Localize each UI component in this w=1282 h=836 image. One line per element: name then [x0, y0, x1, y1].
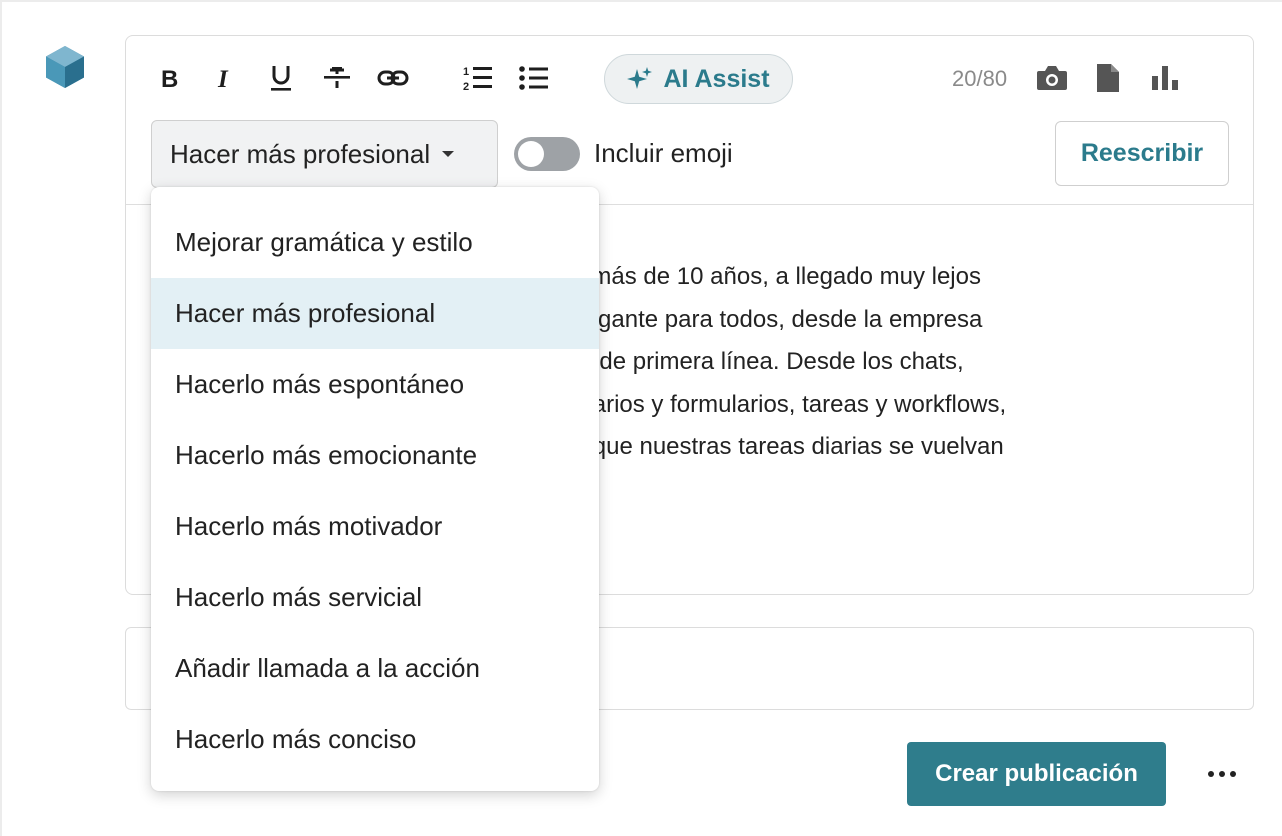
italic-icon[interactable]: I — [207, 56, 243, 100]
tone-select-value: Hacer más profesional — [170, 138, 431, 169]
tone-select[interactable]: Hacer más profesional — [151, 120, 498, 188]
create-post-button[interactable]: Crear publicación — [907, 742, 1166, 806]
svg-text:2: 2 — [463, 81, 469, 92]
avatar-logo-icon — [46, 46, 84, 88]
document-icon[interactable] — [1090, 60, 1126, 96]
tone-option[interactable]: Hacerlo más servicial — [151, 562, 599, 633]
strikethrough-icon[interactable] — [319, 56, 355, 100]
sparkle-icon — [627, 67, 653, 89]
tone-option[interactable]: Hacerlo más espontáneo — [151, 349, 599, 420]
caret-down-icon — [442, 151, 455, 157]
bullet-list-icon[interactable] — [516, 56, 552, 100]
character-counter: 20/80 — [952, 66, 1008, 91]
toggle-knob — [518, 141, 544, 167]
svg-text:1: 1 — [463, 66, 469, 78]
tone-option[interactable]: Añadir llamada a la acción — [151, 633, 599, 704]
tone-option[interactable]: Hacerlo más motivador — [151, 491, 599, 562]
tone-option[interactable]: Hacerlo más emocionante — [151, 420, 599, 491]
svg-text:I: I — [217, 66, 229, 90]
emoji-toggle[interactable] — [514, 137, 580, 171]
bold-icon[interactable]: B — [152, 56, 188, 100]
chart-icon[interactable] — [1147, 60, 1183, 96]
tone-dropdown-menu: Mejorar gramática y estilo Hacer más pro… — [151, 187, 599, 791]
emoji-toggle-label: Incluir emoji — [594, 138, 733, 168]
underline-icon[interactable] — [263, 56, 299, 100]
link-icon[interactable] — [375, 56, 411, 100]
more-options-icon[interactable] — [1205, 762, 1239, 786]
ai-assist-label: AI Assist — [663, 64, 770, 93]
tone-option-selected[interactable]: Hacer más profesional — [151, 278, 599, 349]
tone-option[interactable]: Hacerlo más conciso — [151, 704, 599, 775]
svg-text:B: B — [161, 66, 178, 90]
ordered-list-icon[interactable]: 12 — [460, 56, 496, 100]
camera-icon[interactable] — [1034, 60, 1070, 96]
ai-assist-button[interactable]: AI Assist — [604, 54, 793, 104]
rewrite-button[interactable]: Reescribir — [1055, 121, 1229, 186]
tone-option[interactable]: Mejorar gramática y estilo — [151, 207, 599, 278]
